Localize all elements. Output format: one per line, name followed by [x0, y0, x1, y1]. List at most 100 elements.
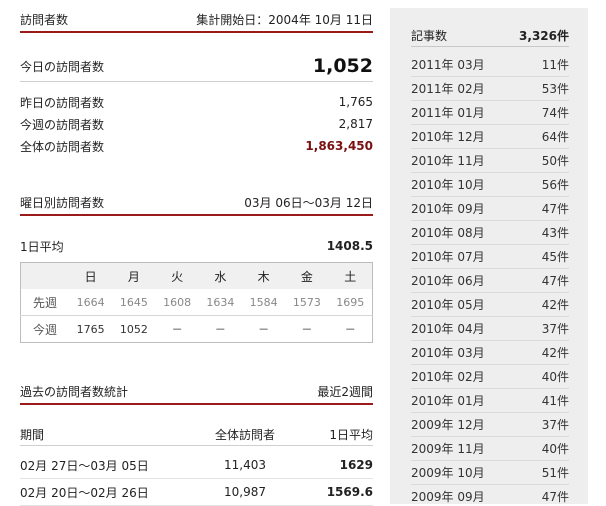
archive-month-count: 45件	[541, 250, 569, 264]
archive-month-item[interactable]: 2011年 02月 53件	[411, 77, 569, 101]
past-period: 最近2週間	[317, 385, 373, 399]
article-count: 3,326件	[519, 28, 569, 43]
archive-month-label[interactable]: 2011年 02月	[411, 80, 485, 97]
archive-month-item[interactable]: 2009年 12月 37件	[411, 413, 569, 437]
archive-month-label[interactable]: 2010年 03月	[411, 344, 485, 361]
archive-month-label[interactable]: 2009年 11月	[411, 440, 485, 457]
table-cell: 1608	[155, 289, 199, 316]
weekday-header-row: 日 月 火 水 木 金 土	[20, 262, 373, 290]
table-row: 02月 27日～03月 05日 11,403 1629	[20, 452, 373, 479]
archive-month-item[interactable]: 2010年 10月 56件	[411, 173, 569, 197]
archive-month-label[interactable]: 2009年 12月	[411, 416, 485, 433]
col-period: 期間	[20, 427, 45, 442]
archive-month-label[interactable]: 2010年 02月	[411, 368, 485, 385]
archive-month-item[interactable]: 2010年 06月 47件	[411, 269, 569, 293]
total-cell: 11,403	[224, 458, 266, 472]
archive-month-item[interactable]: 2010年 03月 42件	[411, 341, 569, 365]
archive-month-count: 47件	[541, 490, 569, 504]
archive-month-item[interactable]: 2010年 02月 40件	[411, 365, 569, 389]
table-row: 02月 20日～02月 26日 10,987 1569.6	[20, 479, 373, 506]
archive-month-count: 42件	[541, 298, 569, 312]
archive-month-item[interactable]: 2010年 04月 37件	[411, 317, 569, 341]
table-cell: 1573	[285, 289, 329, 316]
today-value: 1,052	[312, 55, 373, 77]
archive-month-count: 56件	[541, 178, 569, 192]
archive-month-label[interactable]: 2011年 03月	[411, 56, 485, 73]
archive-month-label[interactable]: 2010年 01月	[411, 392, 485, 409]
archive-month-item[interactable]: 2011年 03月 11件	[411, 53, 569, 77]
col-avg: 1日平均	[329, 427, 373, 442]
archive-month-count: 47件	[541, 202, 569, 216]
archive-month-label[interactable]: 2010年 05月	[411, 296, 485, 313]
period-cell: 02月 20日～02月 26日	[20, 485, 149, 500]
archive-month-count: 42件	[541, 346, 569, 360]
today-label: 今日の訪問者数	[20, 59, 105, 74]
archive-month-item[interactable]: 2010年 11月 50件	[411, 149, 569, 173]
article-title: 記事数	[411, 28, 448, 43]
archive-month-label[interactable]: 2011年 01月	[411, 104, 485, 121]
archive-month-count: 50件	[541, 154, 569, 168]
past-title: 過去の訪問者数統計	[20, 385, 129, 399]
week-value: 2,817	[338, 117, 373, 131]
table-cell: 1765	[76, 322, 105, 336]
archive-month-item[interactable]: 2010年 08月 43件	[411, 221, 569, 245]
archive-month-label[interactable]: 2010年 11月	[411, 152, 485, 169]
col-total: 全体訪問者	[214, 427, 275, 442]
day-sat: 土	[344, 269, 357, 284]
day-wed: 水	[214, 269, 227, 284]
archive-month-label[interactable]: 2010年 09月	[411, 200, 485, 217]
table-cell: －	[344, 323, 356, 336]
weekday-title: 曜日別訪問者数	[20, 196, 105, 210]
archive-month-item[interactable]: 2010年 01月 41件	[411, 389, 569, 413]
today-visitors-row: 今日の訪問者数 1,052	[20, 51, 373, 82]
archive-month-count: 37件	[541, 418, 569, 432]
weekday-table: 日 月 火 水 木 金 土 先週 1664 1645 1608 1634 158…	[20, 262, 373, 343]
row-label: 先週	[20, 289, 69, 316]
weekday-range: 03月 06日～03月 12日	[244, 196, 373, 210]
table-cell: －	[301, 323, 313, 336]
day-sun: 日	[84, 269, 97, 284]
archive-month-item[interactable]: 2010年 07月 45件	[411, 245, 569, 269]
visitors-header: 訪問者数 集計開始日：2004年 10月 11日	[20, 11, 373, 33]
archive-month-item[interactable]: 2010年 12月 64件	[411, 125, 569, 149]
week-visitors-row: 今週の訪問者数 2,817	[20, 113, 373, 135]
total-cell: 10,987	[224, 485, 266, 499]
table-cell: －	[171, 323, 183, 336]
day-mon: 月	[127, 269, 140, 284]
table-cell: －	[214, 323, 226, 336]
start-date: 集計開始日：2004年 10月 11日	[196, 13, 373, 27]
day-fri: 金	[300, 269, 313, 284]
archive-month-count: 43件	[541, 226, 569, 240]
table-cell: 1695	[328, 289, 373, 316]
visitors-title: 訪問者数	[20, 13, 69, 27]
archive-month-label[interactable]: 2009年 10月	[411, 464, 485, 481]
archive-month-label[interactable]: 2010年 12月	[411, 128, 485, 145]
archive-month-label[interactable]: 2010年 06月	[411, 272, 485, 289]
archive-month-item[interactable]: 2009年 09月 47件	[411, 485, 569, 504]
archive-month-item[interactable]: 2010年 05月 42件	[411, 293, 569, 317]
past-stats-header: 過去の訪問者数統計 最近2週間	[20, 383, 373, 405]
table-cell: 1645	[112, 289, 156, 316]
month-archive-list: 2011年 03月 11件 2011年 02月 53件 2011年 01月 74件 2010…	[390, 53, 588, 504]
archive-month-label[interactable]: 2010年 04月	[411, 320, 485, 337]
yesterday-value: 1,765	[338, 95, 373, 109]
archive-month-item[interactable]: 2009年 10月 51件	[411, 461, 569, 485]
table-cell: 1584	[242, 289, 286, 316]
table-cell: 1634	[198, 289, 242, 316]
table-cell: －	[258, 323, 270, 336]
archive-month-count: 47件	[541, 274, 569, 288]
archive-month-item[interactable]: 2010年 09月 47件	[411, 197, 569, 221]
archive-month-item[interactable]: 2009年 11月 40件	[411, 437, 569, 461]
archive-month-label[interactable]: 2010年 08月	[411, 224, 485, 241]
archive-month-label[interactable]: 2009年 09月	[411, 488, 485, 504]
visitor-stats-panel: 訪問者数 集計開始日：2004年 10月 11日 今日の訪問者数 1,052 昨…	[20, 0, 373, 506]
corner-cell	[21, 263, 70, 290]
week-label: 今週の訪問者数	[20, 117, 105, 132]
archive-month-item[interactable]: 2011年 01月 74件	[411, 101, 569, 125]
row-label: 今週	[32, 322, 57, 337]
day-tue: 火	[171, 269, 184, 284]
archive-month-label[interactable]: 2010年 07月	[411, 248, 485, 265]
archive-month-label[interactable]: 2010年 10月	[411, 176, 485, 193]
daily-average-row: 1日平均 1408.5	[20, 236, 373, 256]
table-cell: 1052	[119, 322, 148, 336]
